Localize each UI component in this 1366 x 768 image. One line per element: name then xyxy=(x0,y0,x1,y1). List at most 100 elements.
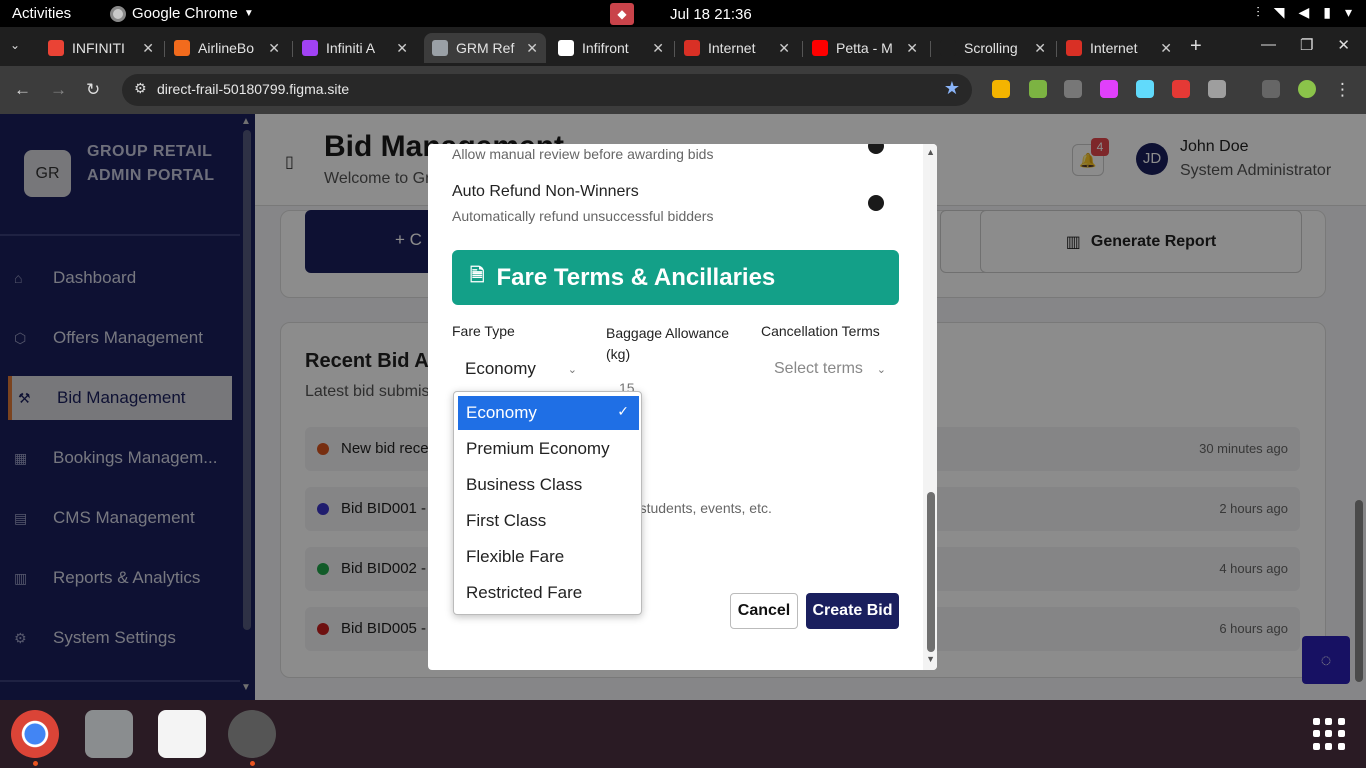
section-title: Fare Terms & Ancillaries xyxy=(496,263,776,291)
address-bar[interactable]: ⚙ direct-frail-50180799.figma.site ★ xyxy=(122,74,972,106)
close-tab-icon[interactable]: ✕ xyxy=(1160,40,1172,57)
option-label: Economy xyxy=(466,403,537,422)
tab-title: Infiniti A xyxy=(326,40,376,56)
scroll-down-icon[interactable]: ▼ xyxy=(926,654,935,664)
browser-tab[interactable]: GRM Ref ✕ xyxy=(424,33,546,63)
system-tray[interactable]: ⫶ ◥ ◀ ▮ ▾ xyxy=(1256,4,1352,21)
browser-tab[interactable]: INFINITI ✕ xyxy=(40,33,162,63)
site-info-icon[interactable]: ⚙ xyxy=(134,80,147,97)
close-tab-icon[interactable]: ✕ xyxy=(652,40,664,57)
running-indicator xyxy=(33,761,38,766)
option-label: Restricted Fare xyxy=(466,583,583,602)
code-extension-icon[interactable] xyxy=(1064,80,1082,98)
tab-favicon-icon xyxy=(48,40,64,56)
chevron-down-icon: ⌄ xyxy=(876,363,886,376)
activities-button[interactable]: Activities xyxy=(12,5,71,22)
toolbar: ← → ↻ ⚙ direct-frail-50180799.figma.site… xyxy=(0,66,1366,114)
fare-type-dropdown: Economy ✓ Premium Economy Business Class Fir… xyxy=(453,391,642,615)
volume-icon[interactable]: ◀ xyxy=(1298,4,1309,21)
option-label: First Class xyxy=(466,511,547,530)
screen-record-icon[interactable]: ◆ xyxy=(610,3,634,25)
manual-review-toggle[interactable] xyxy=(868,144,884,154)
cancellation-label: Cancellation Terms xyxy=(761,323,880,339)
close-tab-icon[interactable]: ✕ xyxy=(268,40,280,57)
app-menu[interactable]: Google Chrome ▼ xyxy=(110,5,254,22)
settings-dock-icon[interactable] xyxy=(228,710,276,758)
profile-avatar-icon[interactable] xyxy=(1298,80,1316,98)
close-window-icon[interactable]: ✕ xyxy=(1337,36,1350,54)
media-control-icon[interactable] xyxy=(1262,80,1280,98)
browser-tab[interactable]: Infifront ✕ xyxy=(550,33,672,63)
react-devtools-icon[interactable] xyxy=(1136,80,1154,98)
tab-favicon-icon xyxy=(302,40,318,56)
pencil-extension-icon[interactable] xyxy=(992,80,1010,98)
scroll-up-icon[interactable]: ▲ xyxy=(926,147,935,157)
tab-favicon-icon xyxy=(684,40,700,56)
fare-terms-section-header: 🗎 Fare Terms & Ancillaries xyxy=(452,250,899,305)
close-tab-icon[interactable]: ✕ xyxy=(1034,40,1046,57)
browser-tab[interactable]: AirlineBo ✕ xyxy=(166,33,288,63)
back-icon[interactable]: ← xyxy=(14,80,31,100)
extensions-puzzle-icon[interactable] xyxy=(1208,80,1226,98)
auto-refund-toggle[interactable] xyxy=(868,195,884,211)
browser-tab[interactable]: Scrolling ✕ xyxy=(932,33,1054,63)
battery-icon[interactable]: ▮ xyxy=(1323,4,1331,21)
system-top-bar: Activities Google Chrome ▼ ◆ Jul 18 21:3… xyxy=(0,0,1366,27)
tab-favicon-icon xyxy=(174,40,190,56)
tab-separator xyxy=(1056,41,1057,57)
text-editor-dock-icon[interactable] xyxy=(158,710,206,758)
chrome-menu-icon[interactable]: ⋮ xyxy=(1334,80,1351,100)
close-tab-icon[interactable]: ✕ xyxy=(906,40,918,57)
app-name: Google Chrome xyxy=(132,5,238,22)
dropdown-option[interactable]: Economy ✓ xyxy=(458,396,639,430)
bookmark-star-icon[interactable]: ★ xyxy=(944,78,960,99)
red-extension-icon[interactable] xyxy=(1172,80,1190,98)
create-bid-submit-button[interactable]: Create Bid xyxy=(806,593,899,629)
cancellation-terms-select[interactable]: Select terms ⌄ xyxy=(774,354,886,384)
tab-favicon-icon xyxy=(558,40,574,56)
chrome-dock-icon[interactable] xyxy=(11,710,59,758)
wifi-icon[interactable]: ◥ xyxy=(1274,4,1285,21)
tab-favicon-icon xyxy=(812,40,828,56)
power-menu-icon[interactable]: ▾ xyxy=(1345,4,1352,21)
dropdown-option[interactable]: First Class xyxy=(458,504,639,538)
color-extension-icon[interactable] xyxy=(1100,80,1118,98)
browser-tab[interactable]: Infiniti A ✕ xyxy=(294,33,416,63)
maximize-icon[interactable]: ❐ xyxy=(1300,36,1313,54)
url-text[interactable]: direct-frail-50180799.figma.site xyxy=(157,81,349,97)
browser-tab[interactable]: Petta - M ✕ xyxy=(804,33,926,63)
close-tab-icon[interactable]: ✕ xyxy=(396,40,408,57)
minimize-icon[interactable]: — xyxy=(1261,36,1276,54)
dropdown-option[interactable]: Business Class xyxy=(458,468,639,502)
new-tab-button[interactable]: + xyxy=(1190,35,1202,58)
files-dock-icon[interactable] xyxy=(85,710,133,758)
tab-search-icon[interactable]: ⌄ xyxy=(10,38,20,52)
browser-tab[interactable]: Internet ✕ xyxy=(676,33,798,63)
tab-title: Internet xyxy=(708,40,756,56)
tab-title: AirlineBo xyxy=(198,40,255,56)
forward-icon[interactable]: → xyxy=(50,80,67,100)
close-tab-icon[interactable]: ✕ xyxy=(778,40,790,57)
cancel-button[interactable]: Cancel xyxy=(730,593,798,629)
caret-down-icon: ▼ xyxy=(243,8,254,19)
close-tab-icon[interactable]: ✕ xyxy=(526,40,538,57)
dropdown-option[interactable]: Flexible Fare xyxy=(458,540,639,574)
tab-separator xyxy=(674,41,675,57)
modal-scroll-thumb[interactable] xyxy=(927,492,935,652)
tab-title: Petta - M xyxy=(836,40,893,56)
dropdown-option[interactable]: Premium Economy xyxy=(458,432,639,466)
tab-separator xyxy=(292,41,293,57)
show-apps-icon[interactable] xyxy=(1313,718,1345,750)
browser-tab[interactable]: Internet ✕ xyxy=(1058,33,1180,63)
close-tab-icon[interactable]: ✕ xyxy=(142,40,154,57)
accessibility-icon[interactable]: ⫶ xyxy=(1256,4,1260,21)
x-extension-icon[interactable] xyxy=(1029,80,1047,98)
dropdown-option[interactable]: Restricted Fare xyxy=(458,576,639,610)
auto-refund-description: Automatically refund unsuccessful bidder… xyxy=(452,208,714,224)
reload-icon[interactable]: ↻ xyxy=(86,80,100,100)
tab-separator xyxy=(802,41,803,57)
tab-title: Scrolling xyxy=(964,40,1018,56)
fare-type-select[interactable]: Economy ⌄ xyxy=(465,354,577,384)
clock[interactable]: Jul 18 21:36 xyxy=(670,6,752,23)
tab-title: INFINITI xyxy=(72,40,125,56)
